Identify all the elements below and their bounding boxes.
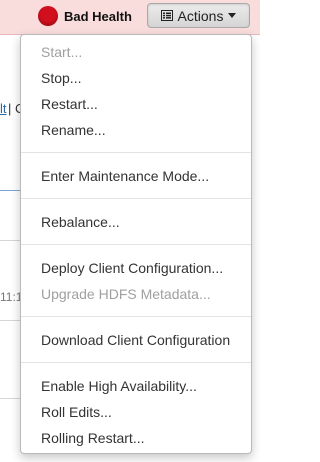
menu-divider: [21, 316, 251, 317]
background-divider: [0, 320, 22, 321]
menu-item-restart[interactable]: Restart...: [21, 91, 251, 117]
background-divider: [0, 190, 22, 191]
menu-item-roll-edits[interactable]: Roll Edits...: [21, 399, 251, 425]
menu-item-rolling-restart[interactable]: Rolling Restart...: [21, 425, 251, 451]
menu-divider: [21, 198, 251, 199]
actions-dropdown-menu: Start... Stop... Restart... Rename... En…: [20, 34, 252, 454]
menu-divider: [21, 362, 251, 363]
menu-divider: [21, 152, 251, 153]
health-status-label: Bad Health: [64, 8, 132, 24]
menu-item-rename[interactable]: Rename...: [21, 117, 251, 143]
actions-button-label: Actions: [177, 7, 224, 24]
menu-item-stop[interactable]: Stop...: [21, 65, 251, 91]
menu-item-rebalance[interactable]: Rebalance...: [21, 209, 251, 235]
actions-button[interactable]: Actions: [147, 3, 250, 28]
background-divider: [0, 398, 22, 399]
menu-item-download-client-configuration[interactable]: Download Client Configuration: [21, 327, 251, 353]
menu-item-start: Start...: [41, 44, 83, 60]
menu-divider: [21, 244, 251, 245]
health-status[interactable]: Bad Health: [38, 5, 132, 27]
background-divider: [0, 240, 22, 241]
screen: lt | C 11:1 Bad Health Actions Start... …: [0, 0, 260, 462]
list-icon: [160, 10, 173, 21]
health-status-icon: [38, 6, 58, 26]
menu-item-deploy-client-configuration[interactable]: Deploy Client Configuration...: [21, 255, 251, 281]
menu-item-upgrade-hdfs-metadata: Upgrade HDFS Metadata...: [41, 286, 211, 302]
caret-down-icon: [228, 13, 237, 18]
menu-item-enter-maintenance-mode[interactable]: Enter Maintenance Mode...: [21, 163, 251, 189]
menu-item-enable-high-availability[interactable]: Enable High Availability...: [21, 373, 251, 399]
background-link[interactable]: lt: [0, 101, 7, 116]
service-header: Bad Health Actions: [0, 0, 260, 35]
